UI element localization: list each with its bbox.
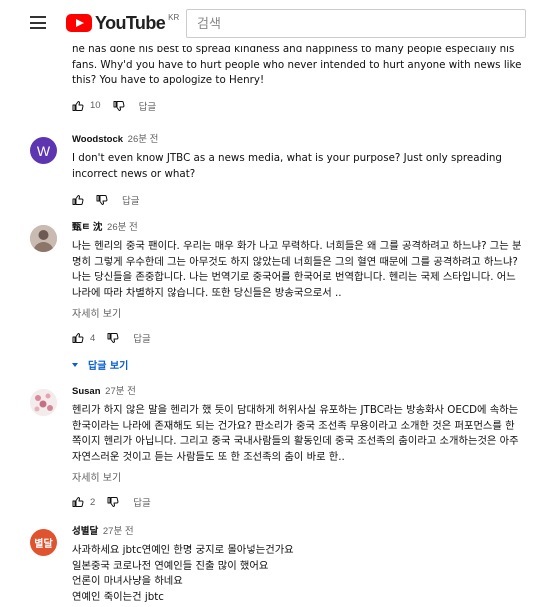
reply-button[interactable]: 답글 <box>122 193 139 207</box>
flower-photo-icon <box>30 389 57 416</box>
comment-author[interactable]: Susan <box>72 386 101 397</box>
comment-author[interactable]: Woodstock <box>72 134 123 145</box>
avatar[interactable]: W <box>30 137 57 164</box>
thumbs-down-icon <box>107 333 119 343</box>
thumbs-down-icon <box>113 100 125 111</box>
like-button[interactable] <box>72 332 84 344</box>
comment-actions: 2 답글 <box>72 495 527 509</box>
view-replies-label: 답글 보기 <box>88 361 129 372</box>
search-input[interactable] <box>186 9 526 38</box>
dislike-button[interactable] <box>107 332 119 344</box>
comment-time[interactable]: 26분 전 <box>107 222 138 233</box>
comment-actions: 답글 <box>72 193 527 207</box>
comment-text: 사과하세요 jbtc연예인 한명 궁지로 몰아넣는건가요 일본중국 코로나전 연… <box>72 544 294 603</box>
youtube-logo[interactable]: YouTube KR <box>66 12 179 34</box>
youtube-play-icon <box>66 14 92 32</box>
menu-icon[interactable] <box>30 16 46 29</box>
avatar[interactable]: 별달 <box>30 529 57 556</box>
comment-time[interactable]: 27분 전 <box>105 386 136 397</box>
chevron-down-icon <box>72 362 78 367</box>
comment-text: 나는 헨리의 중국 팬이다. 우리는 매우 화가 나고 무력하다. 너희들은 왜… <box>72 240 522 299</box>
logo-region: KR <box>168 13 180 22</box>
avatar[interactable] <box>30 225 57 252</box>
comment-text: 헨리가 하지 않은 말을 헨리가 했 듯이 담대하게 허위사실 유포하는 JTB… <box>72 404 519 463</box>
thumbs-down-icon <box>107 497 119 507</box>
comment-author[interactable]: 성별달 <box>72 526 98 537</box>
comment-text: I don't even know JTBC as a news media, … <box>72 152 502 180</box>
reply-button[interactable]: 답글 <box>139 99 156 113</box>
comment-time[interactable]: 26분 전 <box>128 134 159 145</box>
read-more-link[interactable]: 자세히 보기 <box>72 469 527 484</box>
thumbs-down-icon <box>96 195 108 205</box>
thumbs-up-icon <box>72 497 84 507</box>
like-count: 10 <box>90 100 101 111</box>
comment-author[interactable]: 甄ㅌ 沈 <box>72 222 102 233</box>
like-button[interactable] <box>72 496 84 508</box>
thumbs-up-icon <box>72 100 84 111</box>
comment-time[interactable]: 27분 전 <box>103 526 134 537</box>
person-photo-icon <box>30 225 57 252</box>
like-count: 4 <box>90 332 96 344</box>
avatar[interactable] <box>30 389 57 416</box>
view-replies-button[interactable]: 답글 보기 <box>72 357 527 372</box>
reply-button[interactable]: 답글 <box>133 331 150 345</box>
comment-actions: 10 답글 <box>72 99 527 113</box>
thumbs-up-icon <box>72 195 84 205</box>
like-count: 2 <box>90 496 96 508</box>
logo-text: YouTube <box>95 13 166 33</box>
dislike-button[interactable] <box>113 100 125 112</box>
dislike-button[interactable] <box>107 496 119 508</box>
comment-actions: 4 답글 <box>72 331 527 345</box>
reply-button[interactable]: 답글 <box>133 495 150 509</box>
like-button[interactable] <box>72 194 84 206</box>
thumbs-up-icon <box>72 333 84 343</box>
dislike-button[interactable] <box>96 194 108 206</box>
like-button[interactable] <box>72 100 84 112</box>
read-more-link[interactable]: 자세히 보기 <box>72 305 527 320</box>
comment-text: he has done his best to spread kindness … <box>72 43 522 86</box>
top-bar: YouTube KR <box>0 0 545 46</box>
